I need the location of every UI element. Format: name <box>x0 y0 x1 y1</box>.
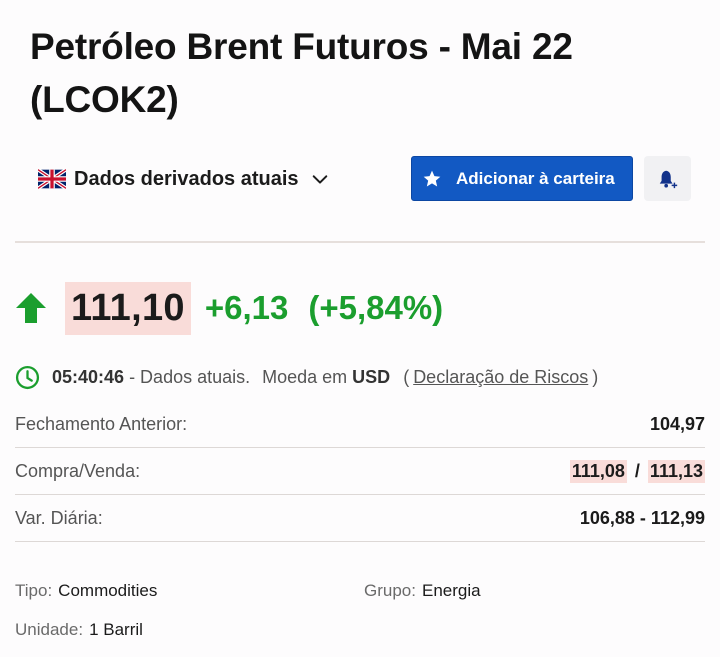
prev-close-label: Fechamento Anterior: <box>15 413 188 434</box>
type-label: Tipo: <box>15 581 53 600</box>
quote-meta: 05:40:46 - Dados atuais. Moeda em USD ( … <box>15 363 598 391</box>
currency-prefix: Moeda em <box>262 366 348 387</box>
prev-close-row: Fechamento Anterior: 104,97 <box>15 401 705 448</box>
uk-flag-icon <box>38 169 66 189</box>
day-range-value: 106,88 - 112,99 <box>579 507 705 528</box>
clock-icon <box>15 365 40 389</box>
quote-time: 05:40:46 <box>52 366 125 387</box>
bid-ask-label: Compra/Venda: <box>15 460 141 481</box>
type-value: Commodities <box>58 581 158 600</box>
day-range-label: Var. Diária: <box>15 507 103 528</box>
data-source-dropdown[interactable]: Dados derivados atuais <box>38 162 329 196</box>
price-change: +6,13 <box>204 289 289 326</box>
data-source-label: Dados derivados atuais <box>74 167 299 190</box>
prev-close-value: 104,97 <box>649 413 705 434</box>
type-info: Tipo: Commodities <box>15 581 157 601</box>
bid-ask-values: 111,08 / 111,13 <box>569 459 705 483</box>
close-paren: ) <box>592 366 599 387</box>
price-change-percent: (+5,84%) <box>308 289 444 326</box>
group-label: Grupo: <box>364 581 416 600</box>
unit-value: 1 Barril <box>89 620 143 639</box>
add-to-portfolio-label: Adicionar à carteira <box>456 168 615 188</box>
bell-plus-icon <box>659 170 677 188</box>
page-title: Petróleo Brent Futuros - Mai 22 (LCOK2) <box>30 26 573 120</box>
currency-code: USD <box>352 366 391 387</box>
ask-value: 111,13 <box>647 459 705 483</box>
group-info: Grupo: Energia <box>364 581 481 601</box>
bid-ask-row: Compra/Venda: 111,08 / 111,13 <box>15 448 705 495</box>
up-arrow-icon <box>16 293 46 323</box>
unit-info: Unidade: 1 Barril <box>15 620 143 640</box>
unit-label: Unidade: <box>15 620 84 639</box>
star-icon <box>423 170 441 186</box>
bid-value: 111,08 <box>569 459 627 483</box>
last-price: 111,10 <box>71 286 185 329</box>
group-value: Energia <box>421 581 481 600</box>
day-range-row: Var. Diária: 106,88 - 112,99 <box>15 495 705 542</box>
add-to-portfolio-button[interactable]: Adicionar à carteira <box>411 156 633 201</box>
last-price-highlight: 111,10 <box>65 281 191 335</box>
create-alert-button[interactable] <box>644 156 691 201</box>
bid-ask-separator: / <box>634 460 640 481</box>
chevron-down-icon <box>312 175 327 184</box>
price-summary: 111,10 +6,13 (+5,84%) <box>15 281 443 335</box>
open-paren: ( <box>403 366 410 387</box>
risk-disclosure-link[interactable]: Declaração de Riscos <box>413 367 588 388</box>
quote-status: - Dados atuais. <box>129 366 251 387</box>
header-divider <box>15 241 705 243</box>
